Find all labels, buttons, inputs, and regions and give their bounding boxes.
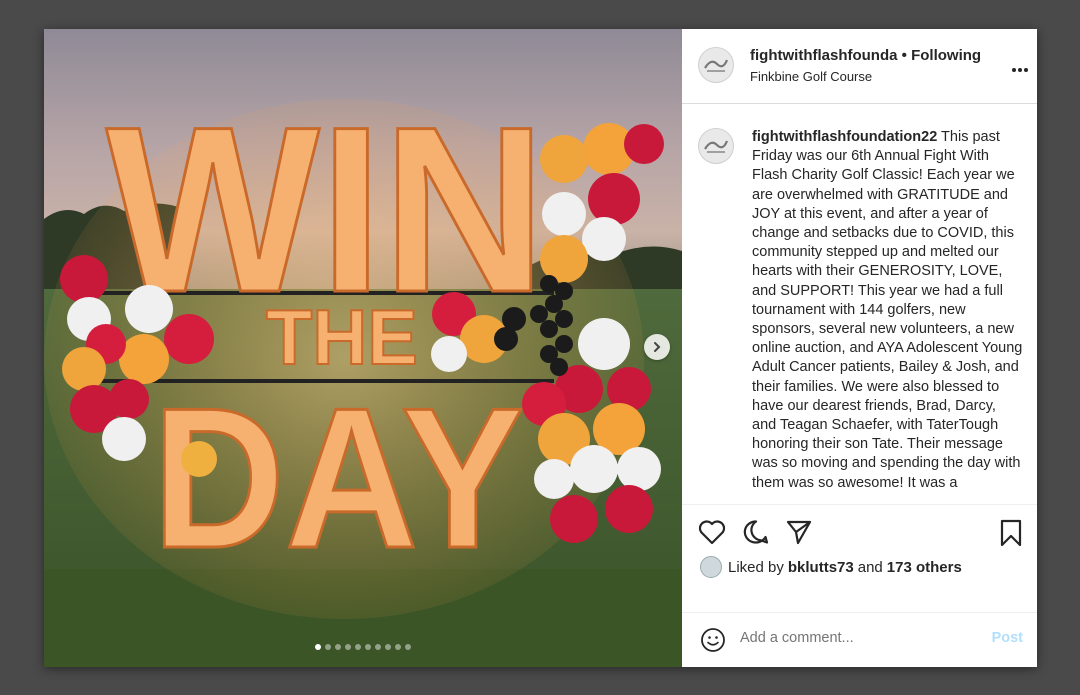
emoji-smiley-icon[interactable]: [700, 627, 726, 653]
next-image-button[interactable]: [644, 334, 670, 360]
flash-logo-icon: [704, 59, 729, 72]
action-bar: Liked by bklutts73 and 173 others: [682, 504, 1037, 613]
photo-win-the-day-sign: WIN THE DAY: [44, 29, 682, 667]
likes-conjunction: and: [857, 558, 883, 576]
profile-avatar[interactable]: [698, 47, 734, 83]
caption-body: This past Friday was our 6th Annual Figh…: [752, 129, 1023, 491]
carousel-dot: [395, 644, 401, 650]
post-comment-button[interactable]: Post: [992, 630, 1023, 646]
more-options-button[interactable]: [1011, 56, 1029, 79]
liker-avatar[interactable]: [700, 556, 722, 578]
liker-username[interactable]: bklutts73: [788, 559, 854, 576]
carousel-dot: [365, 644, 371, 650]
caption-scroll-area[interactable]: fightwithflashfoundation22 This past Fri…: [682, 104, 1037, 502]
comment-composer: Post: [682, 612, 1037, 668]
carousel-dot: [355, 644, 361, 650]
caption-avatar[interactable]: [698, 128, 734, 164]
chevron-right-icon: [654, 342, 661, 352]
carousel-dot: [335, 644, 341, 650]
carousel-dot: [345, 644, 351, 650]
likes-prefix: Liked by: [728, 558, 784, 576]
carousel-dot: [315, 644, 321, 650]
carousel-dot: [325, 644, 331, 650]
sign-word-day: DAY: [152, 367, 524, 590]
post-header: fightwithflashfounda • Following Finkbin…: [682, 29, 1037, 104]
like-heart-icon[interactable]: [698, 519, 726, 545]
carousel-dot: [405, 644, 411, 650]
post-media[interactable]: WIN THE DAY: [44, 29, 682, 667]
caption-text: fightwithflashfoundation22 This past Fri…: [752, 128, 1024, 493]
post-card: WIN THE DAY fightwithflashfounda • Follo…: [44, 29, 1037, 667]
caption-username[interactable]: fightwithflashfoundation22: [752, 129, 937, 145]
save-bookmark-icon[interactable]: [999, 519, 1023, 547]
carousel-dot: [385, 644, 391, 650]
flash-logo-icon: [704, 140, 729, 153]
likes-summary: Liked by bklutts73 and 173 others: [700, 556, 966, 578]
carousel-indicator: [44, 644, 682, 650]
more-icon: [1012, 68, 1028, 72]
separator-dot: •: [901, 47, 907, 64]
username-link[interactable]: fightwithflashfounda: [750, 47, 897, 64]
share-send-icon[interactable]: [785, 519, 813, 545]
header-line: fightwithflashfounda • Following: [750, 47, 981, 64]
location-link[interactable]: Finkbine Golf Course: [750, 69, 872, 84]
following-button[interactable]: Following: [911, 47, 981, 64]
comment-input[interactable]: [740, 630, 960, 646]
carousel-dot: [375, 644, 381, 650]
post-side-panel: fightwithflashfounda • Following Finkbin…: [682, 29, 1037, 667]
comment-bubble-icon[interactable]: [742, 519, 770, 545]
likes-others-link[interactable]: 173 others: [887, 559, 962, 576]
